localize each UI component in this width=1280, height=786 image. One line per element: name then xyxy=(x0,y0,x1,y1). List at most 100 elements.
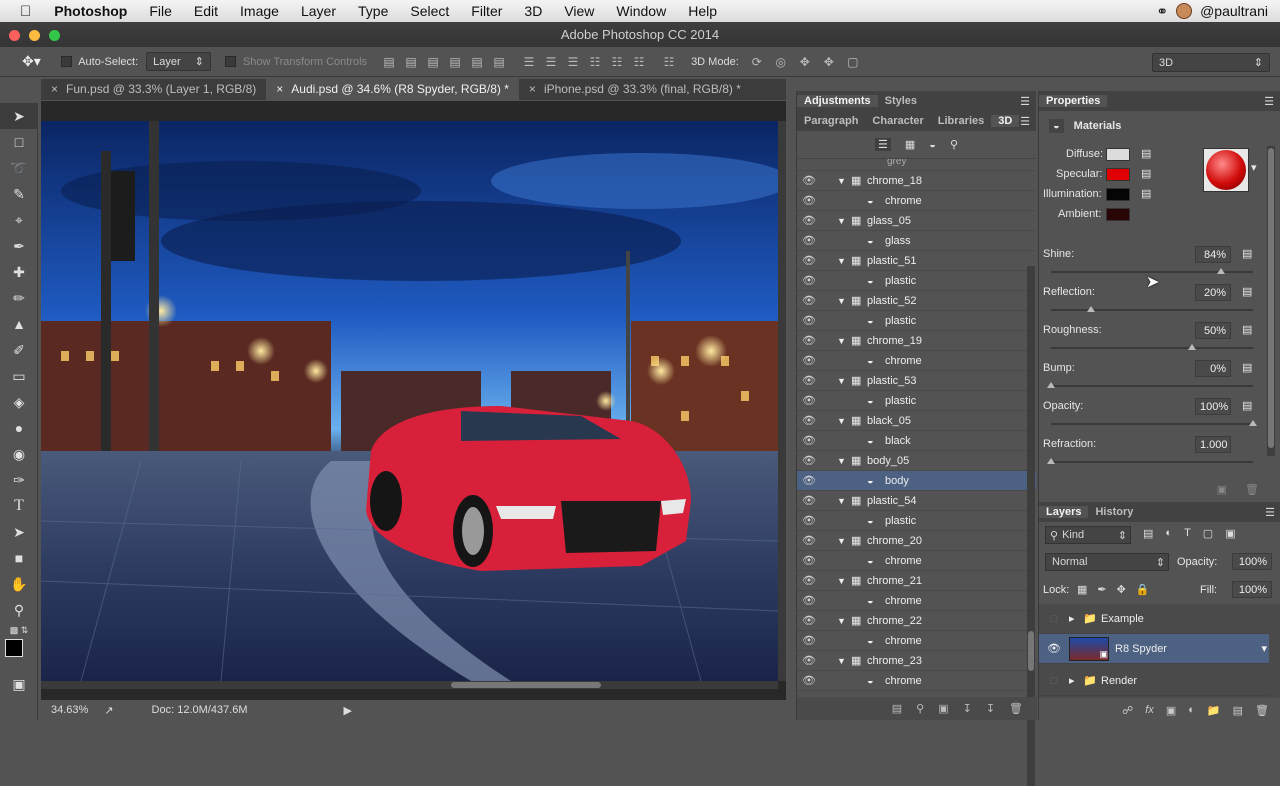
dodge-tool-icon[interactable]: ● xyxy=(0,415,38,441)
properties-delete-icon[interactable]: 🗑 xyxy=(1245,483,1259,497)
scene-material-row[interactable]: 👁 ◒ chrome xyxy=(797,191,1036,211)
apple-icon[interactable]:  xyxy=(0,3,43,20)
delete-layer-icon[interactable]: 🗑 xyxy=(1255,704,1269,717)
new-group-icon[interactable]: 📁 xyxy=(1207,704,1221,717)
tab-adjustments[interactable]: Adjustments xyxy=(797,95,878,107)
eye-icon[interactable]: 👁 xyxy=(797,354,821,367)
texture-folder-icon[interactable]: ▤ xyxy=(1242,361,1252,374)
eye-icon[interactable]: 👁 xyxy=(797,594,821,607)
scene-material-row[interactable]: 👁 ◒ chrome xyxy=(797,591,1036,611)
path-select-tool-icon[interactable]: ➤ xyxy=(0,519,38,545)
scene-mesh-row[interactable]: 👁 ▼ ▦ chrome_23 xyxy=(797,651,1036,671)
zoom-window-button[interactable] xyxy=(49,30,60,41)
menu-edit[interactable]: Edit xyxy=(183,3,229,19)
quick-select-tool-icon[interactable]: ✎ xyxy=(0,181,38,207)
distribute-left-icon[interactable]: ☷ xyxy=(587,55,603,69)
eye-icon[interactable]: 👁 xyxy=(797,614,821,627)
disclosure-triangle-icon[interactable]: ▼ xyxy=(837,256,851,266)
visibility-off-icon[interactable]: □ xyxy=(1039,675,1069,687)
slider-track[interactable] xyxy=(1051,347,1253,349)
eye-icon[interactable]: 👁 xyxy=(1039,642,1069,655)
menu-layer[interactable]: Layer xyxy=(290,3,347,19)
new-mesh-icon[interactable]: ▣ xyxy=(938,702,948,715)
menu-select[interactable]: Select xyxy=(399,3,460,19)
pixel-filter-icon[interactable]: ▤ xyxy=(1143,527,1153,540)
slider-thumb[interactable] xyxy=(1087,306,1096,312)
scene-mesh-row[interactable]: 👁 ▼ ▦ chrome_19 xyxy=(797,331,1036,351)
shape-filter-icon[interactable]: ▢ xyxy=(1203,527,1213,540)
layer-style-icon[interactable]: fx xyxy=(1145,704,1154,716)
eye-icon[interactable]: 👁 xyxy=(797,634,821,647)
sponge-tool-icon[interactable]: ◉ xyxy=(0,441,38,467)
scene-material-row[interactable]: 👁 ◒ plastic xyxy=(797,511,1036,531)
slider-value-field[interactable]: 50% xyxy=(1195,322,1231,339)
move-tool-icon[interactable]: ➤ xyxy=(0,103,38,129)
creative-cloud-icon[interactable]: ⚭ xyxy=(1156,3,1168,20)
zoom-tool-icon[interactable]: ⚲ xyxy=(0,597,38,623)
disclosure-triangle-icon[interactable]: ▼ xyxy=(837,376,851,386)
layer-opacity-field[interactable]: 100% xyxy=(1232,553,1272,570)
texture-folder-icon[interactable]: ▤ xyxy=(1242,285,1252,298)
constraint-icon[interactable]: ↧ xyxy=(986,702,995,715)
eye-icon[interactable]: 👁 xyxy=(797,174,821,187)
layer-mask-icon[interactable]: ▣ xyxy=(1166,704,1176,717)
tab-styles[interactable]: Styles xyxy=(878,95,924,107)
tab-history[interactable]: History xyxy=(1088,506,1140,518)
adjustment-layer-icon[interactable]: ◐ xyxy=(1188,704,1195,716)
paint-bucket-tool-icon[interactable]: ◈ xyxy=(0,389,38,415)
scene-mesh-row[interactable]: 👁 ▼ ▦ chrome_20 xyxy=(797,531,1036,551)
visibility-off-icon[interactable]: □ xyxy=(1039,613,1069,625)
menu-type[interactable]: Type xyxy=(347,3,399,19)
eye-icon[interactable]: 👁 xyxy=(797,574,821,587)
auto-align-icon[interactable]: ☷ xyxy=(661,55,677,69)
eye-icon[interactable]: 👁 xyxy=(797,234,821,247)
eye-icon[interactable]: 👁 xyxy=(797,474,821,487)
slider-track[interactable] xyxy=(1051,385,1253,387)
eye-icon[interactable]: 👁 xyxy=(797,254,821,267)
slide-icon[interactable]: ✥ xyxy=(821,55,837,69)
scrollbar-thumb[interactable] xyxy=(1028,631,1034,671)
scene-material-row[interactable]: 👁 ◒ plastic xyxy=(797,311,1036,331)
scene-mesh-row[interactable]: 👁 ▼ ▦ black_05 xyxy=(797,411,1036,431)
foreground-color[interactable] xyxy=(5,639,23,657)
mesh-filter-icon[interactable]: ▦ xyxy=(905,138,915,151)
lock-image-icon[interactable]: ✒ xyxy=(1097,583,1106,596)
align-top-icon[interactable]: ▤ xyxy=(381,55,397,69)
zoom-level[interactable]: 34.63% xyxy=(51,704,88,716)
distribute-top-icon[interactable]: ☰ xyxy=(521,55,537,69)
scene-material-row[interactable]: 👁 ◒ body xyxy=(797,471,1036,491)
tab-paragraph[interactable]: Paragraph xyxy=(797,115,865,127)
scene-material-row[interactable]: 👁 ◒ black xyxy=(797,431,1036,451)
slider-value-field[interactable]: 20% xyxy=(1195,284,1231,301)
share-icon[interactable]: ↗ xyxy=(104,704,113,717)
eye-icon[interactable]: 👁 xyxy=(797,314,821,327)
align-left-icon[interactable]: ▤ xyxy=(447,55,463,69)
doc-tab-fun[interactable]: × Fun.psd @ 33.3% (Layer 1, RGB/8) xyxy=(41,79,266,100)
color-swatches[interactable] xyxy=(0,637,37,671)
distribute-hcenter-icon[interactable]: ☷ xyxy=(609,55,625,69)
shape-tool-icon[interactable]: ■ xyxy=(0,545,38,571)
tab-3d[interactable]: 3D xyxy=(991,115,1020,127)
adjustment-filter-icon[interactable]: ◐ xyxy=(1165,527,1172,540)
brush-tool-icon[interactable]: ✏ xyxy=(0,285,38,311)
eye-icon[interactable]: 👁 xyxy=(797,494,821,507)
eye-icon[interactable]: 👁 xyxy=(797,294,821,307)
scene-mesh-row[interactable]: 👁 ▼ ▦ chrome_18 xyxy=(797,171,1036,191)
close-icon[interactable]: × xyxy=(529,82,536,100)
properties-new-icon[interactable]: ▣ xyxy=(1217,483,1227,497)
scrollbar-thumb[interactable] xyxy=(1268,148,1274,448)
type-tool-icon[interactable]: T xyxy=(0,493,38,519)
move-tool-preset-icon[interactable]: ✥▾ xyxy=(22,53,41,70)
delete-icon[interactable]: 🗑 xyxy=(1009,702,1023,715)
menu-help[interactable]: Help xyxy=(677,3,728,19)
disclosure-triangle-icon[interactable]: ▼ xyxy=(837,616,851,626)
scrollbar-thumb[interactable] xyxy=(451,682,601,688)
eye-icon[interactable]: 👁 xyxy=(797,454,821,467)
add-light-icon[interactable]: ⚲ xyxy=(916,702,924,715)
scene-mesh-row[interactable]: 👁 ▼ ▦ chrome_21 xyxy=(797,571,1036,591)
menu-app[interactable]: Photoshop xyxy=(43,3,138,19)
slider-thumb[interactable] xyxy=(1216,268,1225,274)
menu-file[interactable]: File xyxy=(138,3,183,19)
eye-icon[interactable]: 👁 xyxy=(797,274,821,287)
panel-menu-icon[interactable]: ☰ xyxy=(1265,506,1280,519)
